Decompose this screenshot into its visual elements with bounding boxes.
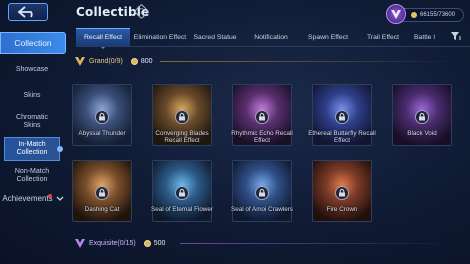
top-bar: Collectible ? 66155/73600	[0, 0, 470, 26]
coin-icon	[143, 239, 151, 247]
section-header-exquisite: Exquisite(0/15) 500	[74, 236, 165, 250]
card-rhythmic-echo[interactable]: Rhythmic Echo Recall Effect	[231, 84, 293, 156]
lock-icon	[255, 186, 269, 200]
card-name: Seal of Eternal Flower	[151, 206, 213, 213]
help-icon-glyph: ?	[139, 6, 144, 16]
coin-icon	[411, 12, 417, 18]
grand-label: Grand(0/9)	[89, 57, 123, 65]
sidebar-item-non-match-collection[interactable]: Non-Match Collection	[4, 165, 60, 187]
collector-badge-icon[interactable]	[386, 4, 406, 24]
card-name: Seal of Amoi Crawlers	[231, 206, 293, 213]
tab-battle[interactable]: Battle I	[414, 28, 444, 46]
points-value: 66155/73600	[420, 12, 456, 18]
card-converging-blades[interactable]: Converging Blades Recall Effect	[152, 84, 212, 156]
chevron-down-icon	[56, 196, 64, 201]
sidebar-item-chromatic-skins[interactable]: Chromatic Skins	[4, 112, 60, 132]
exquisite-rank-icon	[75, 239, 85, 248]
tab-trail-effect[interactable]: Trail Effect	[360, 28, 406, 46]
sidebar-item-achievements[interactable]: Achievements	[0, 192, 66, 206]
card-seal-of-amoi-crawlers[interactable]: Seal of Amoi Crawlers	[231, 160, 293, 232]
coin-icon	[130, 57, 138, 65]
tab-sacred-statue[interactable]: Sacred Statue	[190, 28, 240, 46]
card-dashing-cat[interactable]: Dashing Cat	[72, 160, 132, 232]
lock-icon	[415, 110, 429, 124]
card-name: Black Void	[407, 130, 437, 137]
card-name: Fire Crown	[326, 206, 358, 213]
lock-icon	[335, 110, 349, 124]
filter-icon[interactable]	[450, 30, 462, 42]
lock-icon	[335, 186, 349, 200]
tab-spawn-effect[interactable]: Spawn Effect	[302, 28, 354, 46]
sidebar-item-showcase[interactable]: Showcase	[4, 64, 60, 76]
lock-icon	[255, 110, 269, 124]
card-name: Dashing Cat	[84, 206, 120, 213]
exquisite-points: 500	[153, 239, 166, 247]
card-black-void[interactable]: Black Void	[392, 84, 452, 156]
grand-rank-icon	[75, 57, 85, 66]
sidebar-item-skins[interactable]: Skins	[4, 90, 60, 102]
divider	[180, 243, 460, 244]
sidebar: Collection Showcase Skins Chromatic Skin…	[0, 30, 66, 264]
card-name: Ethereal Butterfly Recall Effect	[308, 130, 376, 144]
exquisite-label: Exquisite(0/15)	[89, 239, 136, 247]
tab-recall-effect[interactable]: Recall Effect	[76, 28, 130, 49]
card-ethereal-butterfly[interactable]: Ethereal Butterfly Recall Effect	[308, 84, 376, 156]
card-name: Abyssal Thunder	[78, 130, 126, 137]
divider	[160, 61, 460, 62]
achievements-label: Achievements	[2, 194, 53, 203]
card-name: Converging Blades Recall Effect	[155, 130, 209, 144]
card-seal-of-eternal-flower[interactable]: Seal of Eternal Flower	[151, 160, 213, 232]
effect-tabs: Recall Effect Elimination Effect Sacred …	[76, 28, 470, 49]
back-button[interactable]	[8, 3, 48, 21]
sidebar-item-in-match-collection[interactable]: In-Match Collection	[4, 137, 63, 161]
grand-points: 800	[140, 57, 153, 65]
card-abyssal-thunder[interactable]: Abyssal Thunder	[72, 84, 132, 156]
section-header-grand: Grand(0/9) 800	[74, 54, 153, 68]
back-arrow-icon	[17, 6, 33, 18]
lock-icon	[175, 186, 189, 200]
tab-elimination-effect[interactable]: Elimination Effect	[132, 28, 188, 46]
lock-icon	[95, 110, 109, 124]
tab-divider	[76, 46, 470, 47]
lock-icon	[95, 186, 109, 200]
notification-dot	[48, 194, 52, 198]
sidebar-item-collection[interactable]: Collection	[0, 32, 66, 54]
card-fire-crown[interactable]: Fire Crown	[312, 160, 372, 232]
lock-icon	[175, 110, 189, 124]
card-name: Rhythmic Echo Recall Effect	[231, 130, 293, 144]
tab-notification[interactable]: Notification	[246, 28, 296, 46]
